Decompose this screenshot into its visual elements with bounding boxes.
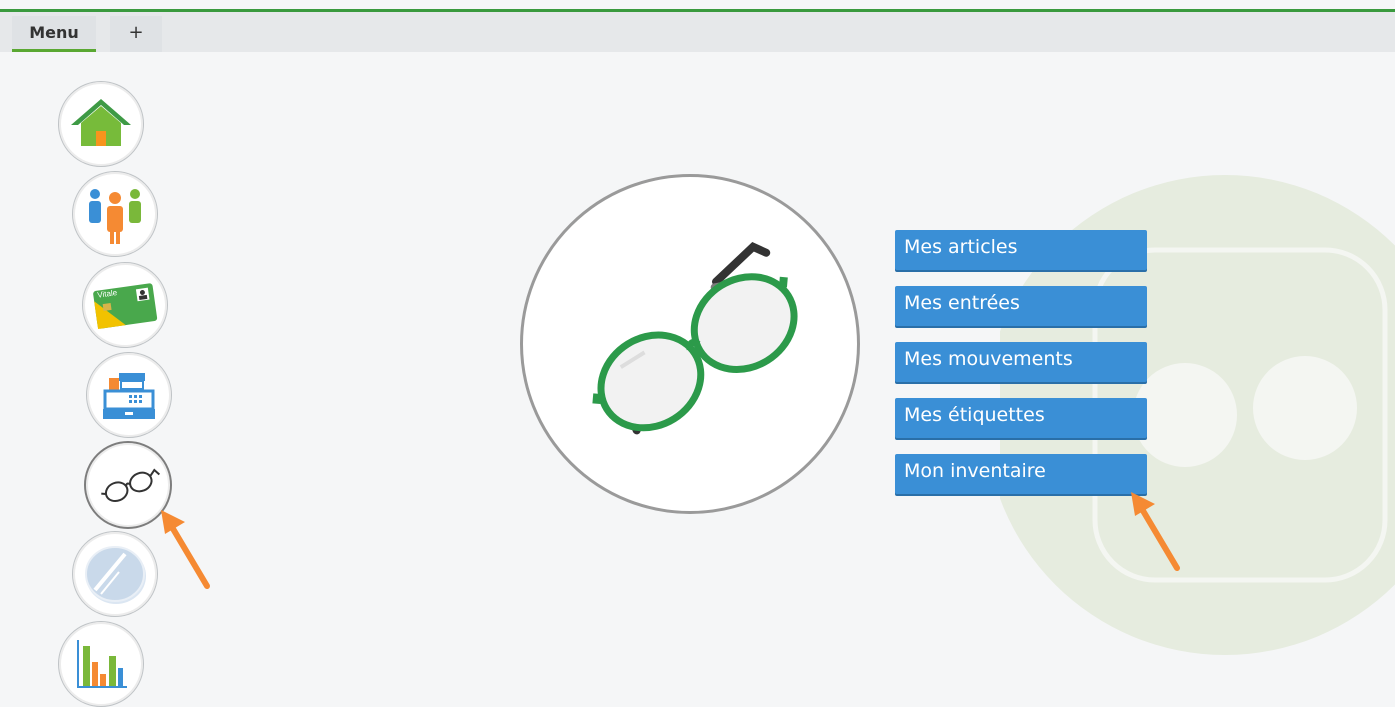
hero-glasses-circle [520,174,860,514]
people-icon [89,189,141,244]
menu-button-mes-mouvements[interactable]: Mes mouvements [895,342,1147,382]
annotation-arrow-icon [161,510,210,589]
menu-button-mes-etiquettes[interactable]: Mes étiquettes [895,398,1147,438]
tab-menu[interactable]: Menu [12,16,96,52]
tab-bar: Menu + [0,12,1395,52]
add-tab-button[interactable]: + [110,16,162,52]
sidebar-item-vitale[interactable]: Vitale [82,262,168,348]
bar-chart-icon [77,640,127,688]
sidebar-item-lenses[interactable] [72,531,158,617]
annotation-arrow-icon [1131,492,1180,571]
vitale-card-icon: Vitale [93,283,158,329]
home-icon [71,99,131,146]
menu-button-mes-entrees[interactable]: Mes entrées [895,286,1147,326]
sidebar-item-cash-register[interactable] [86,352,172,438]
sidebar-item-home[interactable] [58,81,144,167]
sidebar-item-clients[interactable] [72,171,158,257]
menu-button-mon-inventaire[interactable]: Mon inventaire [895,454,1147,494]
menu-button-mes-articles[interactable]: Mes articles [895,230,1147,270]
glasses-icon [592,242,798,435]
cash-register-icon [103,373,155,419]
sidebar-item-statistics[interactable] [58,621,144,707]
lens-icon [85,546,146,604]
